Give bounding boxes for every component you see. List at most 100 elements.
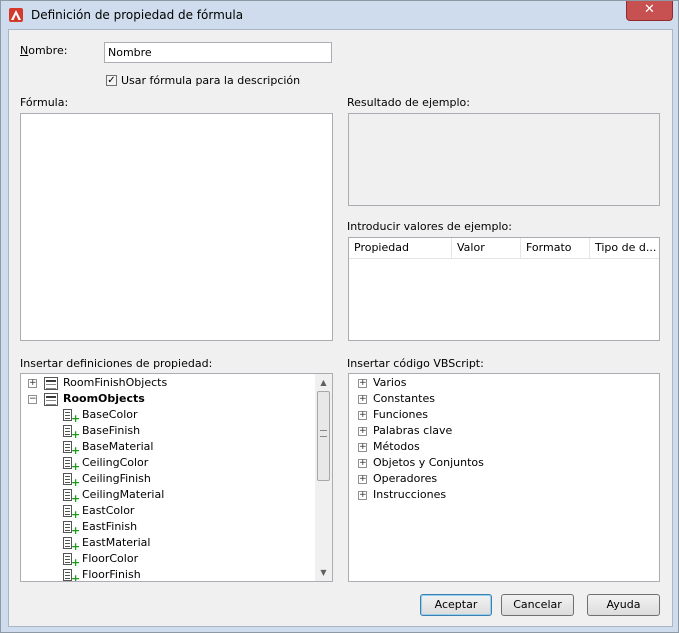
- property-definition-icon: +: [63, 521, 80, 536]
- tree-scrollbar[interactable]: ▲ ▼: [315, 374, 332, 581]
- vbscript-label: Insertar código VBScript:: [347, 357, 484, 370]
- vbscript-item-label: Objetos y Conjuntos: [373, 456, 484, 469]
- scroll-thumb[interactable]: [317, 391, 330, 481]
- tree-item-property[interactable]: + BaseMaterial: [21, 439, 311, 456]
- tree-item-label: BaseColor: [82, 408, 138, 421]
- tree-item-label: CeilingMaterial: [82, 488, 165, 501]
- expand-icon[interactable]: +: [358, 411, 367, 420]
- window-title: Definición de propiedad de fórmula: [31, 8, 244, 22]
- property-definition-icon: +: [63, 425, 80, 440]
- dialog-window: Definición de propiedad de fórmula ✕ Nom…: [0, 0, 679, 633]
- vbscript-tree-item[interactable]: + Instrucciones: [349, 487, 649, 503]
- property-set-icon: [44, 377, 58, 390]
- sample-result-label: Resultado de ejemplo:: [347, 96, 470, 109]
- tree-item-property[interactable]: + FloorColor: [21, 551, 311, 568]
- vbscript-tree-item[interactable]: + Métodos: [349, 439, 649, 455]
- property-definition-icon: +: [63, 553, 80, 568]
- tree-item-label: BaseMaterial: [82, 440, 154, 453]
- expand-icon[interactable]: +: [358, 443, 367, 452]
- property-definition-icon: +: [63, 489, 80, 504]
- column-header-value[interactable]: Valor: [452, 238, 521, 258]
- cancel-button[interactable]: Cancelar: [501, 594, 574, 616]
- tree-item-label: EastFinish: [82, 520, 138, 533]
- tree-item-property[interactable]: + CeilingMaterial: [21, 487, 311, 504]
- expand-icon[interactable]: +: [358, 427, 367, 436]
- tree-group-roomobjects[interactable]: − RoomObjects: [21, 391, 316, 407]
- vbscript-tree[interactable]: + Varios + Constantes + Funciones + Palabras cl…: [348, 373, 660, 582]
- vbscript-item-label: Operadores: [373, 472, 438, 485]
- vbscript-item-label: Funciones: [373, 408, 428, 421]
- vbscript-item-label: Constantes: [373, 392, 435, 405]
- vbscript-tree-item[interactable]: + Objetos y Conjuntos: [349, 455, 649, 471]
- tree-item-property[interactable]: + EastMaterial: [21, 535, 311, 552]
- expand-icon[interactable]: +: [358, 459, 367, 468]
- dialog-client-area: Nombre: Nombre ✓ Usar fórmula para la de…: [8, 29, 673, 627]
- expand-icon[interactable]: +: [358, 379, 367, 388]
- property-definition-icon: +: [63, 569, 80, 581]
- vbscript-item-label: Palabras clave: [373, 424, 453, 437]
- expand-icon[interactable]: +: [358, 395, 367, 404]
- vbscript-tree-item[interactable]: + Constantes: [349, 391, 649, 407]
- formula-textarea[interactable]: [20, 113, 333, 341]
- property-definitions-tree[interactable]: + RoomFinishObjects − RoomObjects + BaseC…: [20, 373, 333, 582]
- expand-icon[interactable]: +: [358, 475, 367, 484]
- name-label: Nombre:: [20, 44, 68, 57]
- tree-item-property[interactable]: + EastFinish: [21, 519, 311, 536]
- tree-item-property[interactable]: + BaseFinish: [21, 423, 311, 440]
- property-definition-icon: +: [63, 537, 80, 552]
- sample-result-box: [348, 113, 660, 206]
- use-formula-label: Usar fórmula para la descripción: [121, 74, 301, 87]
- property-set-icon: [44, 393, 58, 406]
- tree-item-label: FloorFinish: [82, 568, 141, 581]
- tree-group-label: RoomFinishObjects: [63, 376, 168, 389]
- tree-item-label: EastColor: [82, 504, 135, 517]
- tree-group-label: RoomObjects: [63, 392, 145, 405]
- tree-item-label: FloorColor: [82, 552, 139, 565]
- column-header-data-type[interactable]: Tipo de d...: [590, 238, 659, 258]
- tree-item-property[interactable]: + BaseColor: [21, 407, 311, 424]
- checkmark-icon: ✓: [107, 75, 116, 86]
- listview-header: Propiedad Valor Formato Tipo de d...: [349, 238, 659, 259]
- close-icon: ✕: [644, 2, 655, 17]
- column-header-format[interactable]: Formato: [521, 238, 590, 258]
- vbscript-item-label: Varios: [373, 376, 407, 389]
- autocad-app-icon: [9, 8, 23, 22]
- property-definition-icon: +: [63, 473, 80, 488]
- ok-button[interactable]: Aceptar: [420, 594, 492, 616]
- grip-icon: [320, 430, 327, 437]
- vbscript-tree-item[interactable]: + Funciones: [349, 407, 649, 423]
- tree-item-label: BaseFinish: [82, 424, 141, 437]
- tree-item-property[interactable]: + EastColor: [21, 503, 311, 520]
- expand-icon[interactable]: +: [28, 379, 37, 388]
- vbscript-tree-item[interactable]: + Operadores: [349, 471, 649, 487]
- column-header-property[interactable]: Propiedad: [349, 238, 452, 258]
- expand-icon[interactable]: +: [358, 491, 367, 500]
- tree-item-property[interactable]: + CeilingFinish: [21, 471, 311, 488]
- tree-item-label: EastMaterial: [82, 536, 151, 549]
- vbscript-tree-item[interactable]: + Palabras clave: [349, 423, 649, 439]
- name-input-value: Nombre: [108, 46, 152, 59]
- property-definition-icon: +: [63, 409, 80, 424]
- tree-item-property[interactable]: + FloorFinish: [21, 567, 311, 581]
- formula-label: Fórmula:: [20, 96, 69, 109]
- vbscript-tree-item[interactable]: + Varios: [349, 375, 649, 391]
- property-definition-icon: +: [63, 505, 80, 520]
- tree-item-label: CeilingColor: [82, 456, 149, 469]
- use-formula-checkbox[interactable]: ✓: [106, 75, 117, 86]
- collapse-icon[interactable]: −: [28, 395, 37, 404]
- help-button[interactable]: Ayuda: [587, 594, 660, 616]
- tree-group-roomfinishobjects[interactable]: + RoomFinishObjects: [21, 375, 316, 391]
- name-input[interactable]: Nombre: [104, 42, 332, 63]
- title-bar: Definición de propiedad de fórmula ✕: [1, 1, 678, 29]
- property-definition-icon: +: [63, 457, 80, 472]
- tree-item-label: CeilingFinish: [82, 472, 151, 485]
- sample-values-listview[interactable]: Propiedad Valor Formato Tipo de d...: [348, 237, 660, 341]
- scroll-up-arrow-icon[interactable]: ▲: [315, 374, 332, 391]
- sample-values-label: Introducir valores de ejemplo:: [347, 220, 512, 233]
- close-button[interactable]: ✕: [626, 1, 673, 21]
- tree-item-property[interactable]: + CeilingColor: [21, 455, 311, 472]
- property-definition-icon: +: [63, 441, 80, 456]
- scroll-down-arrow-icon[interactable]: ▼: [315, 564, 332, 581]
- vbscript-item-label: Instrucciones: [373, 488, 447, 501]
- vbscript-item-label: Métodos: [373, 440, 420, 453]
